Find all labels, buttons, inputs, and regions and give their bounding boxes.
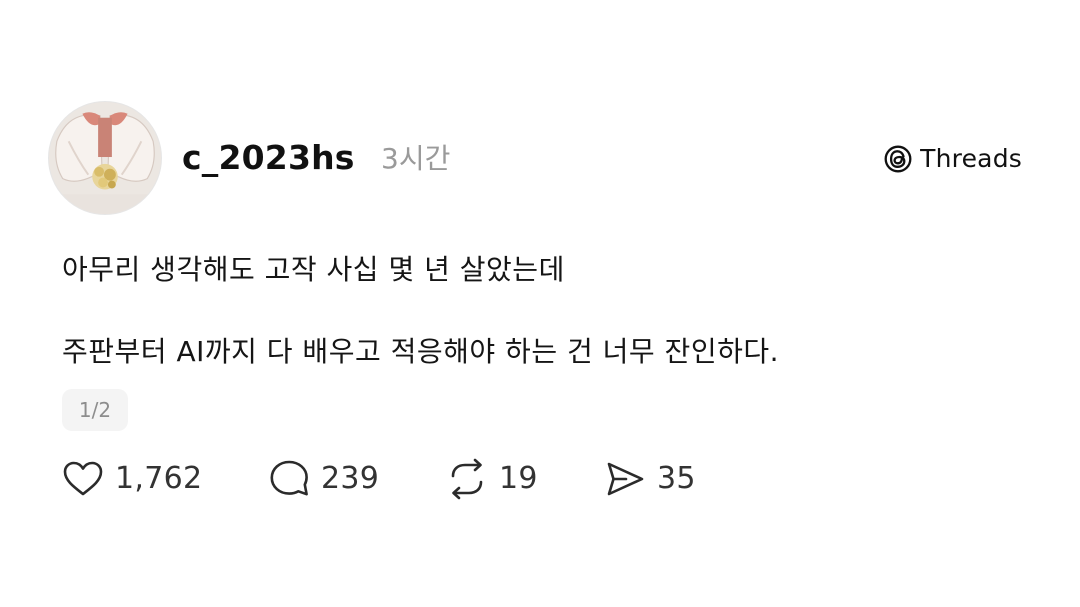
- avatar[interactable]: [48, 101, 162, 215]
- post-text-line-2: 주판부터 AI까지 다 배우고 적응해야 하는 건 너무 잔인하다.: [62, 335, 779, 368]
- heart-icon: [63, 461, 103, 496]
- send-icon: [607, 462, 644, 496]
- repost-button[interactable]: 19: [444, 454, 602, 504]
- threads-brand-label: Threads: [920, 144, 1022, 173]
- like-button[interactable]: 1,762: [60, 454, 266, 504]
- repost-count: 19: [499, 461, 538, 496]
- post-text-line-1: 아무리 생각해도 고작 사십 몇 년 살았는데: [62, 253, 565, 286]
- avatar-image: [49, 102, 161, 214]
- like-count: 1,762: [115, 461, 203, 496]
- threads-logo-icon: [884, 145, 912, 173]
- comment-bubble-icon: [270, 460, 308, 496]
- threads-brand: Threads: [883, 141, 1022, 177]
- action-bar: 1,762 239 19 35: [60, 454, 722, 504]
- threads-post: c_2023hs 3시간 Threads 아무리 생각해도 고작 사십 몇 년 …: [0, 0, 1080, 607]
- reply-button[interactable]: 239: [266, 454, 444, 504]
- repost-icon: [451, 458, 483, 500]
- share-button[interactable]: 35: [602, 454, 722, 504]
- page-indicator: 1/2: [62, 389, 128, 431]
- username[interactable]: c_2023hs: [182, 138, 355, 178]
- share-count: 35: [657, 461, 696, 496]
- reply-count: 239: [321, 461, 380, 496]
- post-timestamp: 3시간: [381, 142, 451, 175]
